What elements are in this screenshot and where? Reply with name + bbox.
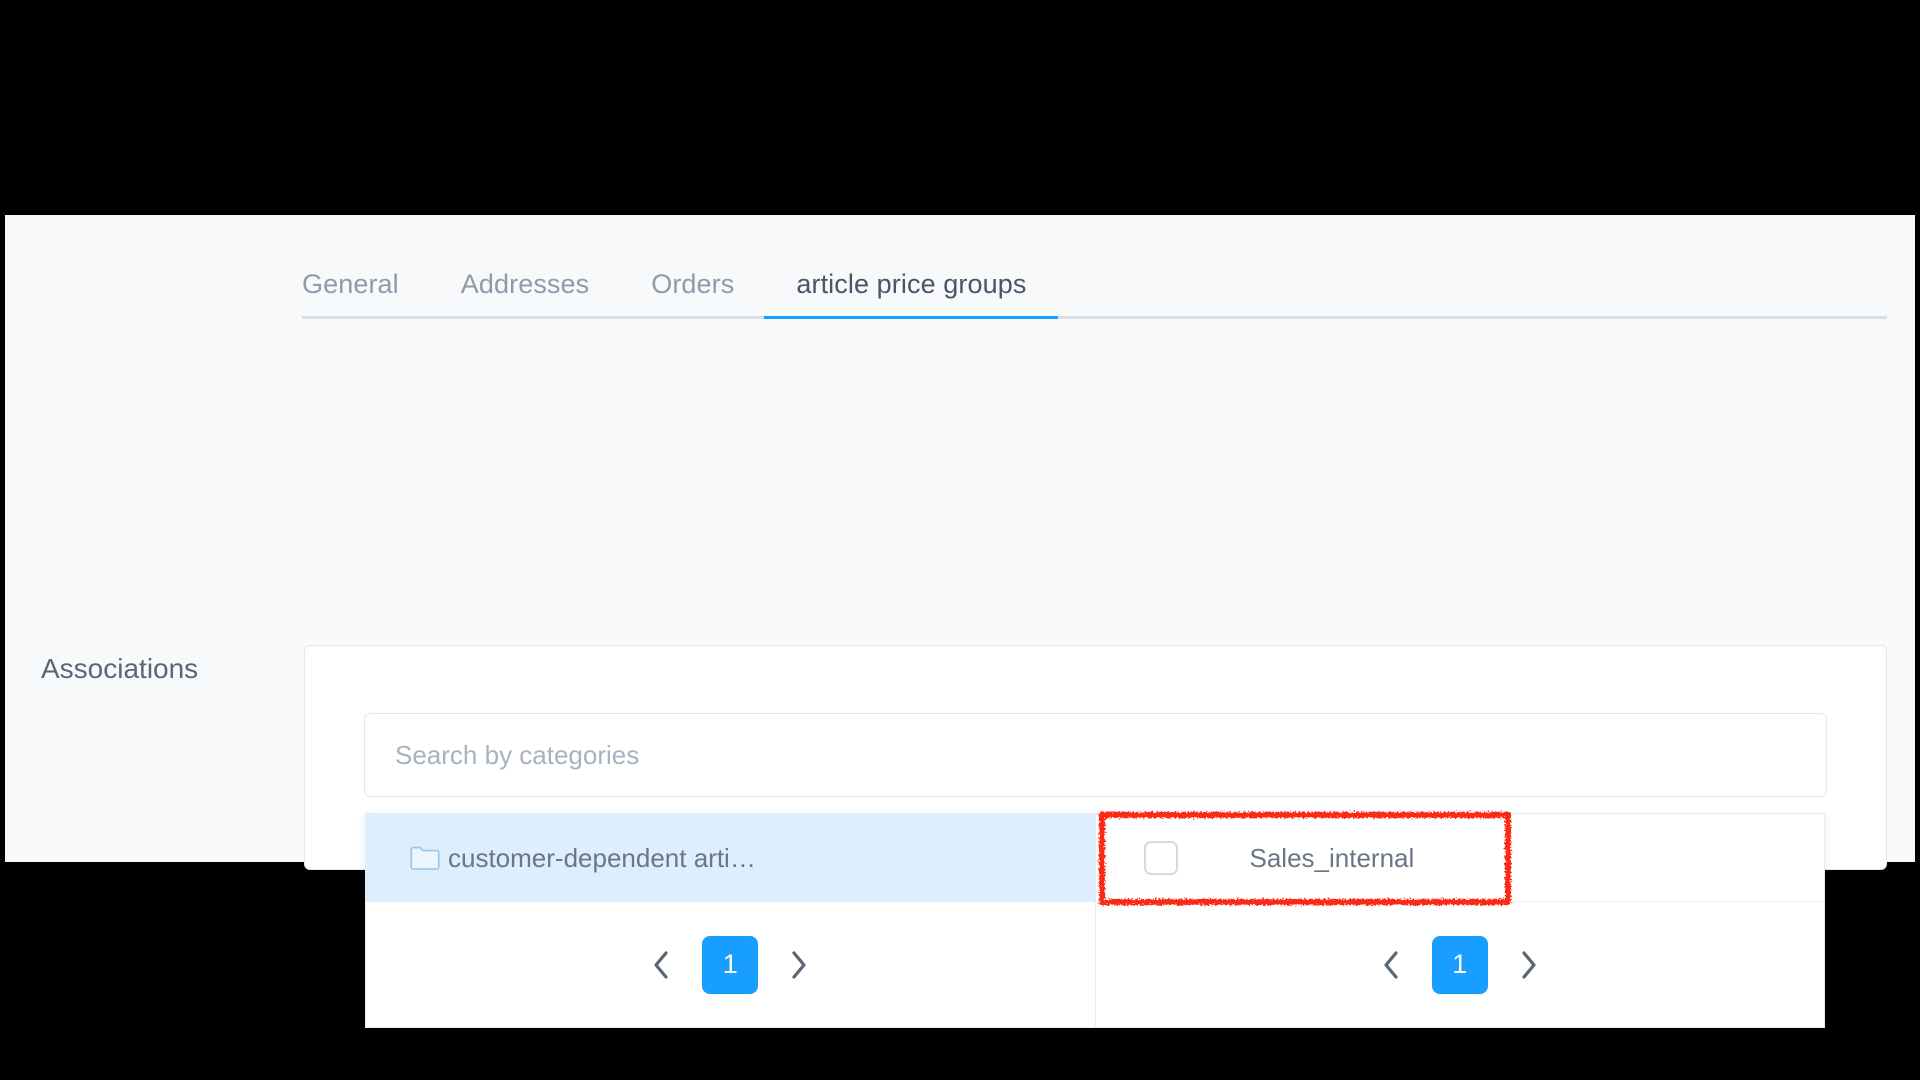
list-item[interactable]: Sales_internal bbox=[1096, 814, 1825, 902]
categories-results-panel: customer-dependent arti… 1 Sales_interna… bbox=[365, 813, 1825, 1028]
categories-list: customer-dependent arti… bbox=[366, 814, 1095, 902]
price-group-name: Sales_internal bbox=[1249, 843, 1415, 873]
category-name: customer-dependent arti… bbox=[448, 843, 756, 873]
next-page-button-left[interactable] bbox=[782, 944, 816, 986]
folder-icon bbox=[410, 846, 440, 870]
page-number-button-left[interactable]: 1 bbox=[702, 935, 759, 994]
price-groups-pagination: 1 bbox=[1096, 902, 1825, 1027]
price-groups-column: Sales_internal 1 bbox=[1095, 814, 1825, 1027]
prev-page-button-left[interactable] bbox=[644, 944, 678, 986]
chevron-right-icon bbox=[792, 950, 806, 979]
next-page-button-right[interactable] bbox=[1512, 944, 1546, 986]
tab-orders[interactable]: Orders bbox=[651, 268, 734, 316]
price-group-checkbox[interactable] bbox=[1143, 841, 1178, 875]
search-input[interactable] bbox=[395, 739, 1796, 771]
content-area: General Addresses Orders article price g… bbox=[5, 215, 1915, 1028]
tab-addresses[interactable]: Addresses bbox=[461, 268, 589, 316]
categories-pagination: 1 bbox=[366, 902, 1095, 1027]
tab-general[interactable]: General bbox=[302, 268, 399, 316]
chevron-left-icon bbox=[654, 950, 668, 979]
prev-page-button-right[interactable] bbox=[1374, 944, 1408, 986]
page-number-button-right[interactable]: 1 bbox=[1431, 935, 1488, 994]
associations-label: Associations bbox=[41, 653, 199, 684]
search-field[interactable] bbox=[364, 713, 1827, 797]
tab-article-price-groups[interactable]: article price groups bbox=[764, 268, 1059, 319]
categories-column: customer-dependent arti… 1 bbox=[366, 814, 1096, 1027]
list-item[interactable]: customer-dependent arti… bbox=[366, 814, 1095, 902]
tab-bar: General Addresses Orders article price g… bbox=[302, 257, 1887, 319]
price-groups-list: Sales_internal bbox=[1095, 814, 1825, 902]
chevron-right-icon bbox=[1522, 950, 1536, 979]
chevron-left-icon bbox=[1384, 950, 1398, 979]
